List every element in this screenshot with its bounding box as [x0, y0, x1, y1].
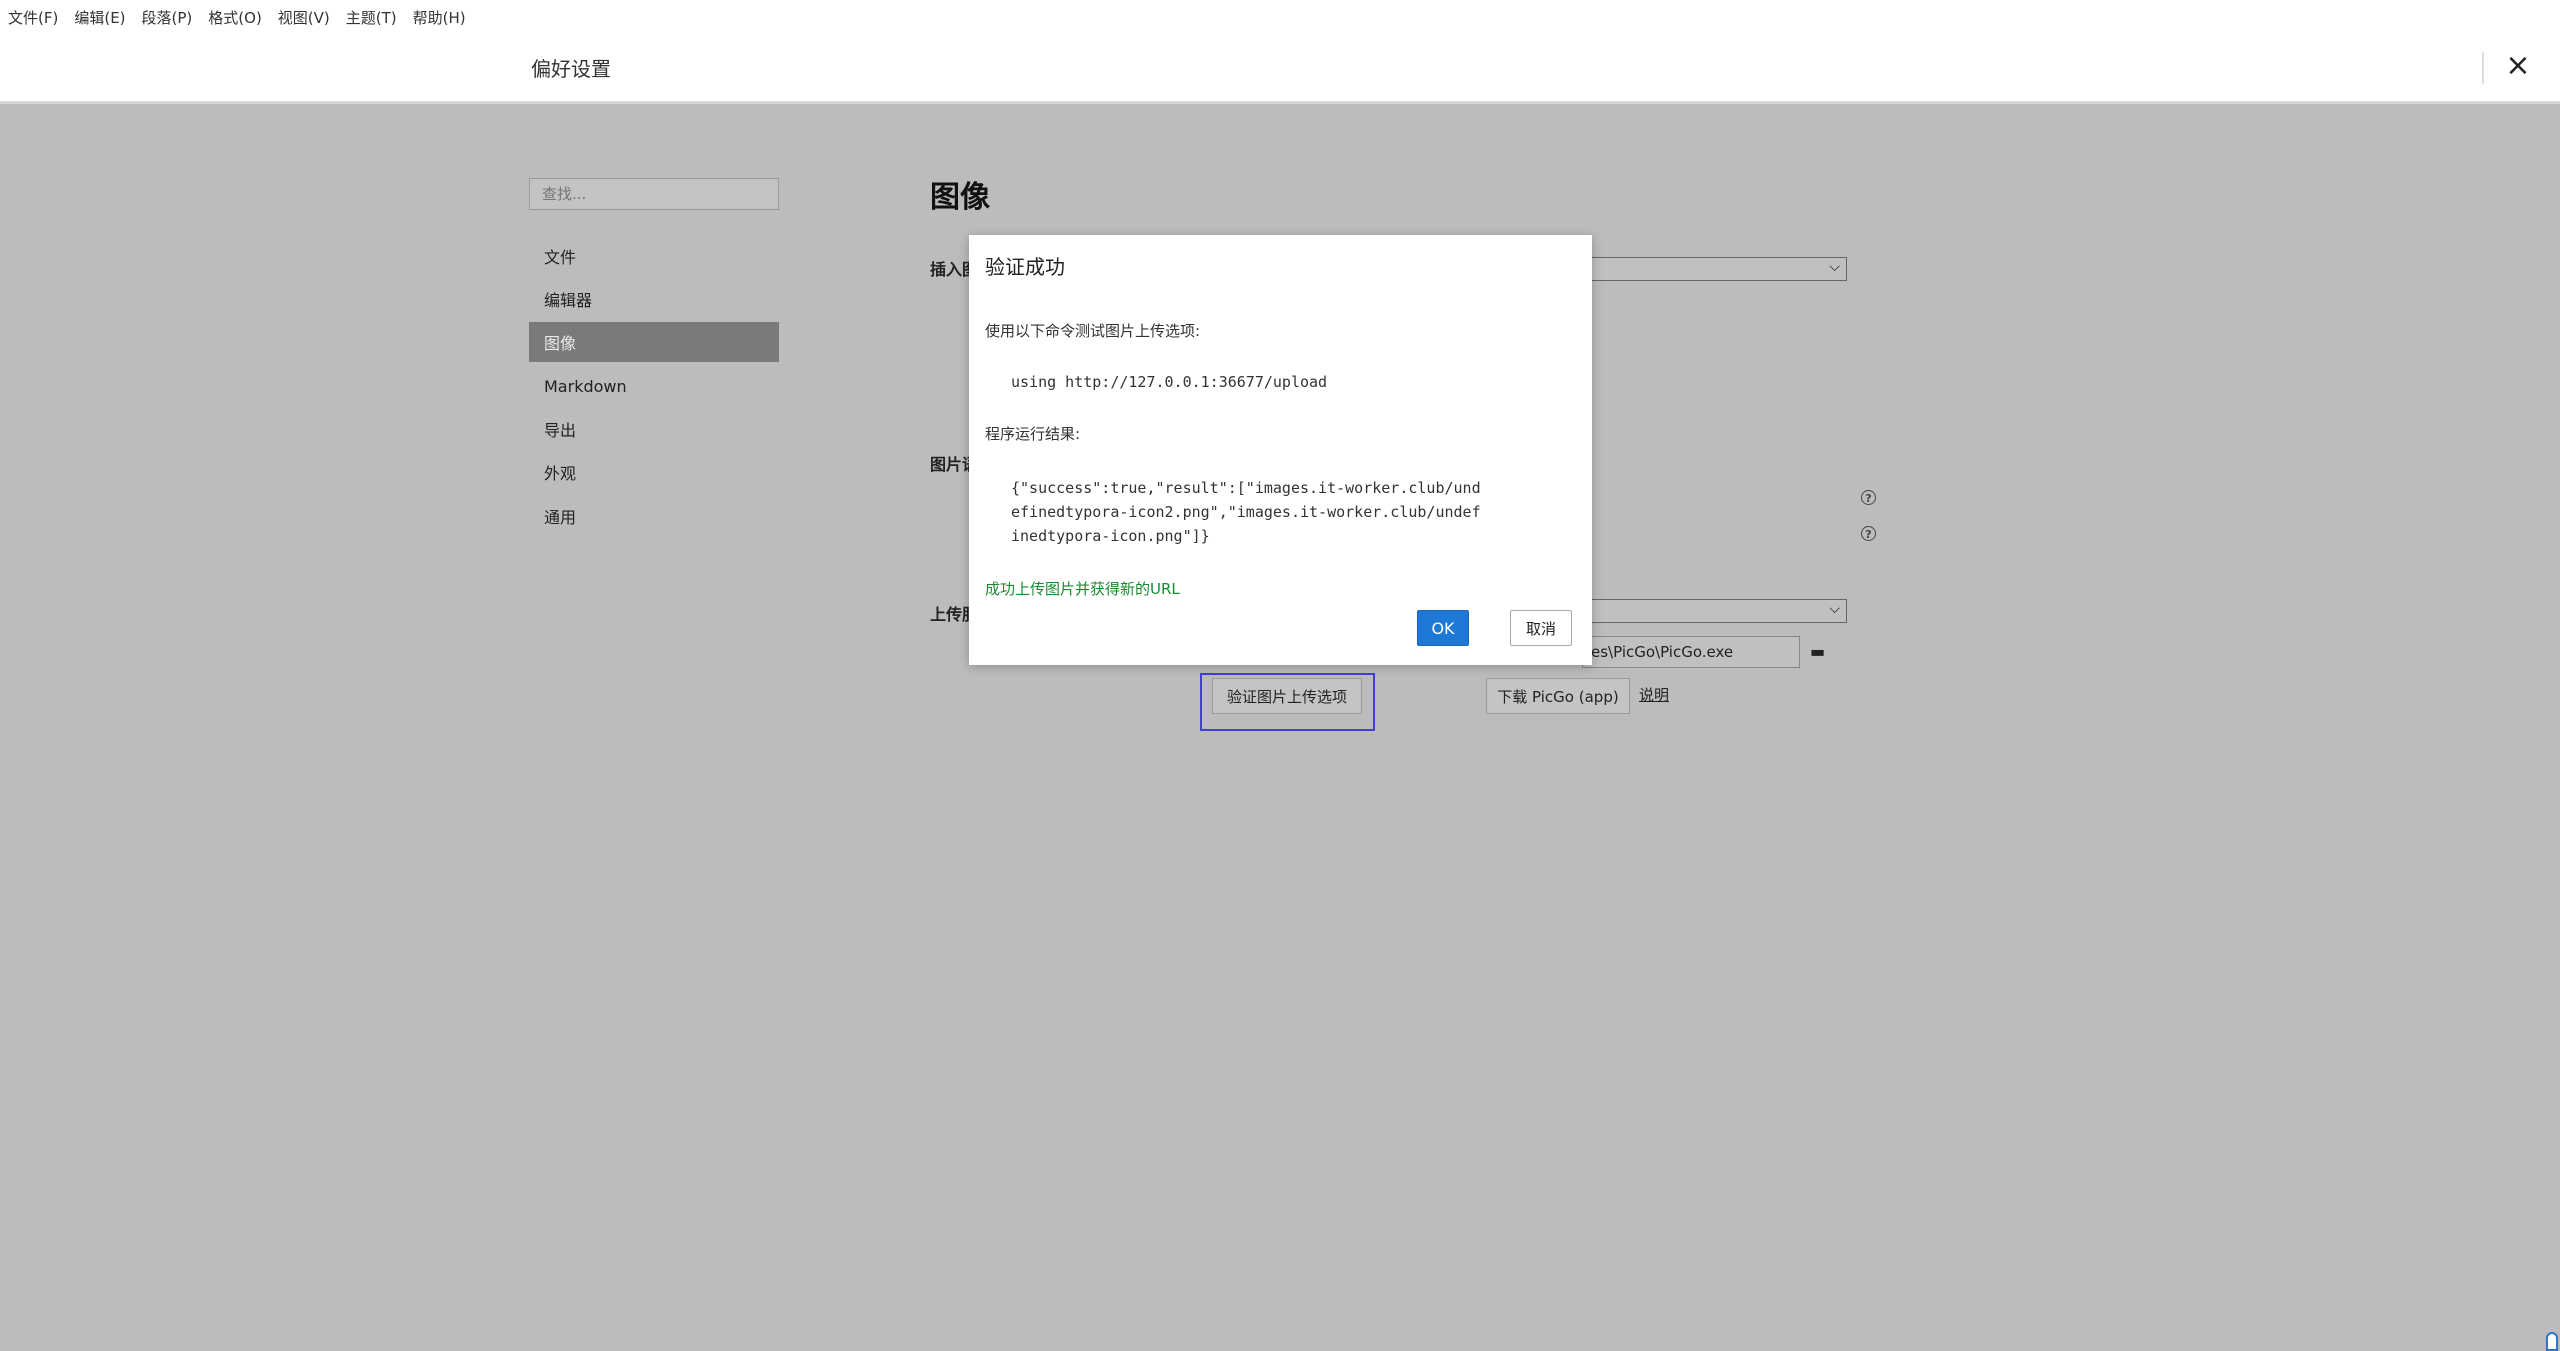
chevron-down-icon: ⌵	[1829, 601, 1840, 617]
result-text: {"success":true,"result":["images.it-wor…	[1011, 479, 1481, 545]
sidebar-item-markdown[interactable]: Markdown	[529, 366, 779, 406]
dialog-title: 验证成功	[985, 255, 1065, 279]
command-text: using http://127.0.0.1:36677/upload	[1011, 373, 1328, 391]
verify-success-dialog: 验证成功 使用以下命令测试图片上传选项: using http://127.0.…	[969, 235, 1592, 665]
close-button[interactable]: ×	[2498, 46, 2538, 86]
upload-service-select[interactable]: ⌵	[1590, 599, 1847, 623]
preferences-header: 偏好设置 ×	[0, 34, 2560, 104]
chevron-down-icon: ⌵	[1829, 259, 1840, 275]
header-divider	[2482, 52, 2484, 84]
menu-format[interactable]: 格式(O)	[208, 7, 262, 28]
ok-button[interactable]: OK	[1417, 610, 1469, 646]
sidebar-item-export[interactable]: 导出	[529, 409, 779, 449]
success-message: 成功上传图片并获得新的URL	[985, 580, 1180, 598]
help-icon[interactable]: ?	[1861, 526, 1876, 541]
help-link[interactable]: 说明	[1639, 684, 1669, 705]
menu-file[interactable]: 文件(F)	[8, 7, 58, 28]
menu-paragraph[interactable]: 段落(P)	[142, 7, 193, 28]
sidebar-item-appearance[interactable]: 外观	[529, 452, 779, 492]
sidebar-item-editor[interactable]: 编辑器	[529, 279, 779, 319]
search-input[interactable]	[529, 178, 779, 210]
menu-bar: 文件(F) 编辑(E) 段落(P) 格式(O) 视图(V) 主题(T) 帮助(H…	[0, 0, 2560, 34]
picgo-path-input[interactable]: es\PicGo\PicGo.exe	[1582, 636, 1800, 668]
result-intro: 程序运行结果:	[985, 425, 1081, 443]
command-intro: 使用以下命令测试图片上传选项:	[985, 322, 1201, 340]
download-picgo-button[interactable]: 下载 PicGo (app)	[1486, 678, 1630, 714]
menu-edit[interactable]: 编辑(E)	[74, 7, 125, 28]
section-heading: 图像	[930, 180, 990, 215]
sidebar-item-file[interactable]: 文件	[529, 236, 779, 276]
page-title: 偏好设置	[531, 57, 611, 81]
sidebar-item-general[interactable]: 通用	[529, 496, 779, 536]
menu-view[interactable]: 视图(V)	[278, 7, 330, 28]
help-icon[interactable]: ?	[1861, 490, 1876, 505]
scroll-handle[interactable]	[2546, 1332, 2558, 1351]
verify-upload-button[interactable]: 验证图片上传选项	[1212, 678, 1362, 714]
cancel-button[interactable]: 取消	[1510, 610, 1572, 646]
insert-image-select[interactable]: ⌵	[1590, 257, 1847, 281]
menu-theme[interactable]: 主题(T)	[346, 7, 397, 28]
folder-icon[interactable]: ▬	[1810, 642, 1825, 661]
menu-help[interactable]: 帮助(H)	[413, 7, 466, 28]
sidebar-item-image[interactable]: 图像	[529, 322, 779, 362]
close-icon: ×	[2505, 48, 2531, 83]
